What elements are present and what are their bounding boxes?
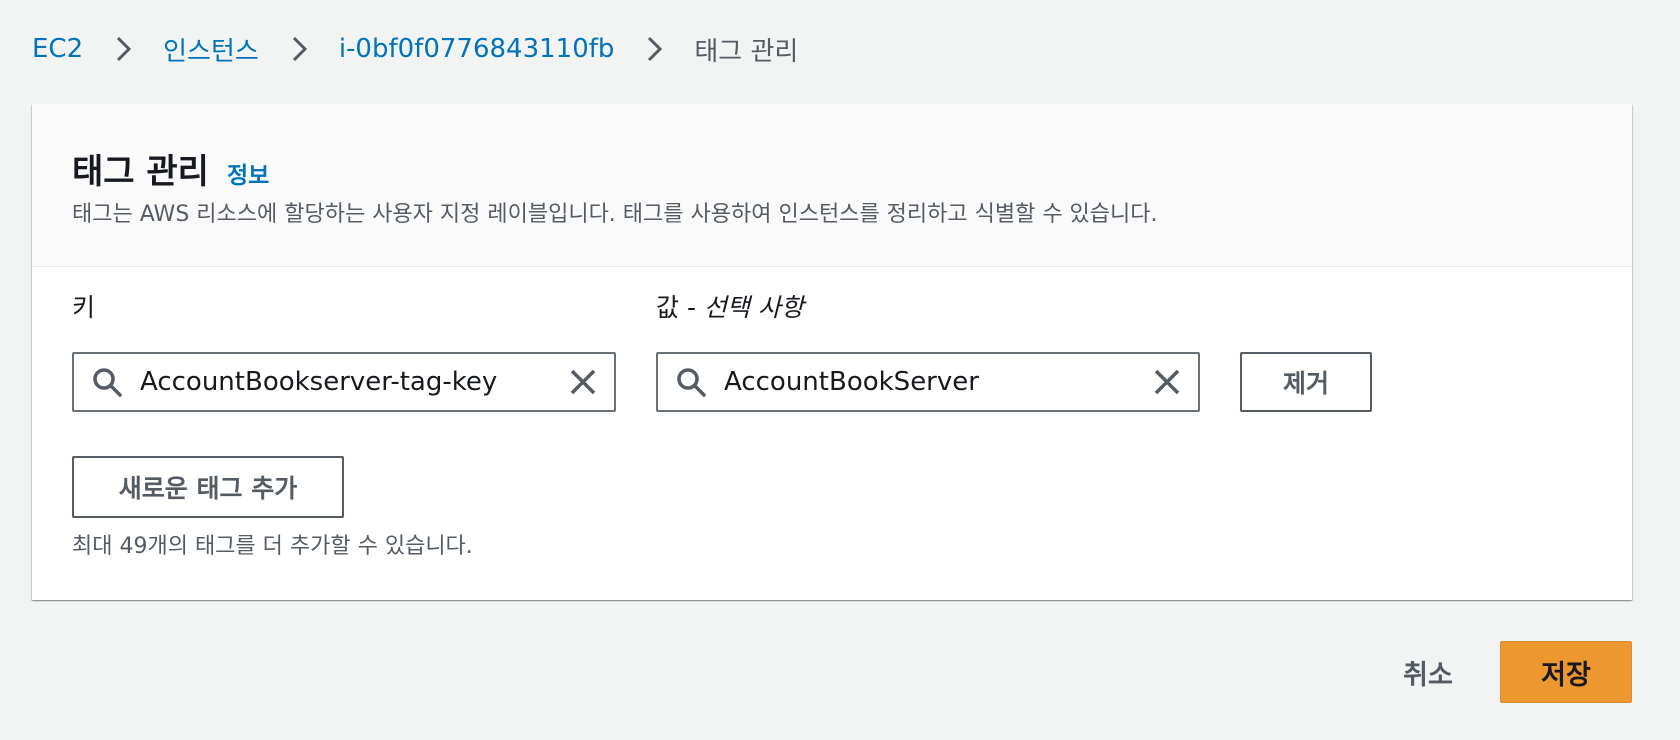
value-label-text: 값 - [656, 293, 696, 322]
tag-key-input[interactable] [138, 366, 566, 398]
close-icon[interactable] [1150, 365, 1184, 399]
tag-limit-hint: 최대 49개의 태그를 더 추가할 수 있습니다. [72, 534, 473, 559]
breadcrumb-instances[interactable]: 인스턴스 [163, 31, 259, 68]
search-icon [90, 365, 124, 399]
panel-header: 태그 관리 정보 태그는 AWS 리소스에 할당하는 사용자 지정 레이블입니다… [32, 104, 1632, 267]
save-button[interactable]: 저장 [1500, 641, 1632, 703]
value-label: 값 - 선택 사항 [656, 288, 804, 324]
add-new-tag-button[interactable]: 새로운 태그 추가 [72, 456, 344, 518]
chevron-right-icon [107, 33, 139, 65]
panel-title-row: 태그 관리 정보 [72, 144, 269, 193]
chevron-right-icon [638, 33, 670, 65]
key-label: 키 [72, 288, 95, 324]
search-icon [674, 365, 708, 399]
info-link[interactable]: 정보 [227, 156, 269, 190]
cancel-button[interactable]: 취소 [1388, 648, 1468, 696]
breadcrumb-current: 태그 관리 [694, 36, 799, 67]
chevron-right-icon [283, 33, 315, 65]
tag-value-field[interactable] [656, 352, 1200, 412]
breadcrumb-instance-id[interactable]: i-0bf0f0776843110fb [339, 34, 615, 64]
tag-value-input[interactable] [722, 366, 1150, 398]
close-icon[interactable] [566, 365, 600, 399]
key-label-text: 키 [72, 293, 96, 322]
remove-tag-button[interactable]: 제거 [1240, 352, 1372, 412]
panel-description: 태그는 AWS 리소스에 할당하는 사용자 지정 레이블입니다. 태그를 사용하… [72, 202, 1158, 227]
breadcrumb: EC2 인스턴스 i-0bf0f0776843110fb 태그 관리 [32, 26, 798, 72]
value-optional-text: 선택 사항 [703, 293, 804, 322]
page-title: 태그 관리 [72, 152, 209, 192]
manage-tags-panel: 태그 관리 정보 태그는 AWS 리소스에 할당하는 사용자 지정 레이블입니다… [32, 104, 1632, 600]
tag-key-field[interactable] [72, 352, 616, 412]
breadcrumb-ec2[interactable]: EC2 [32, 34, 83, 64]
